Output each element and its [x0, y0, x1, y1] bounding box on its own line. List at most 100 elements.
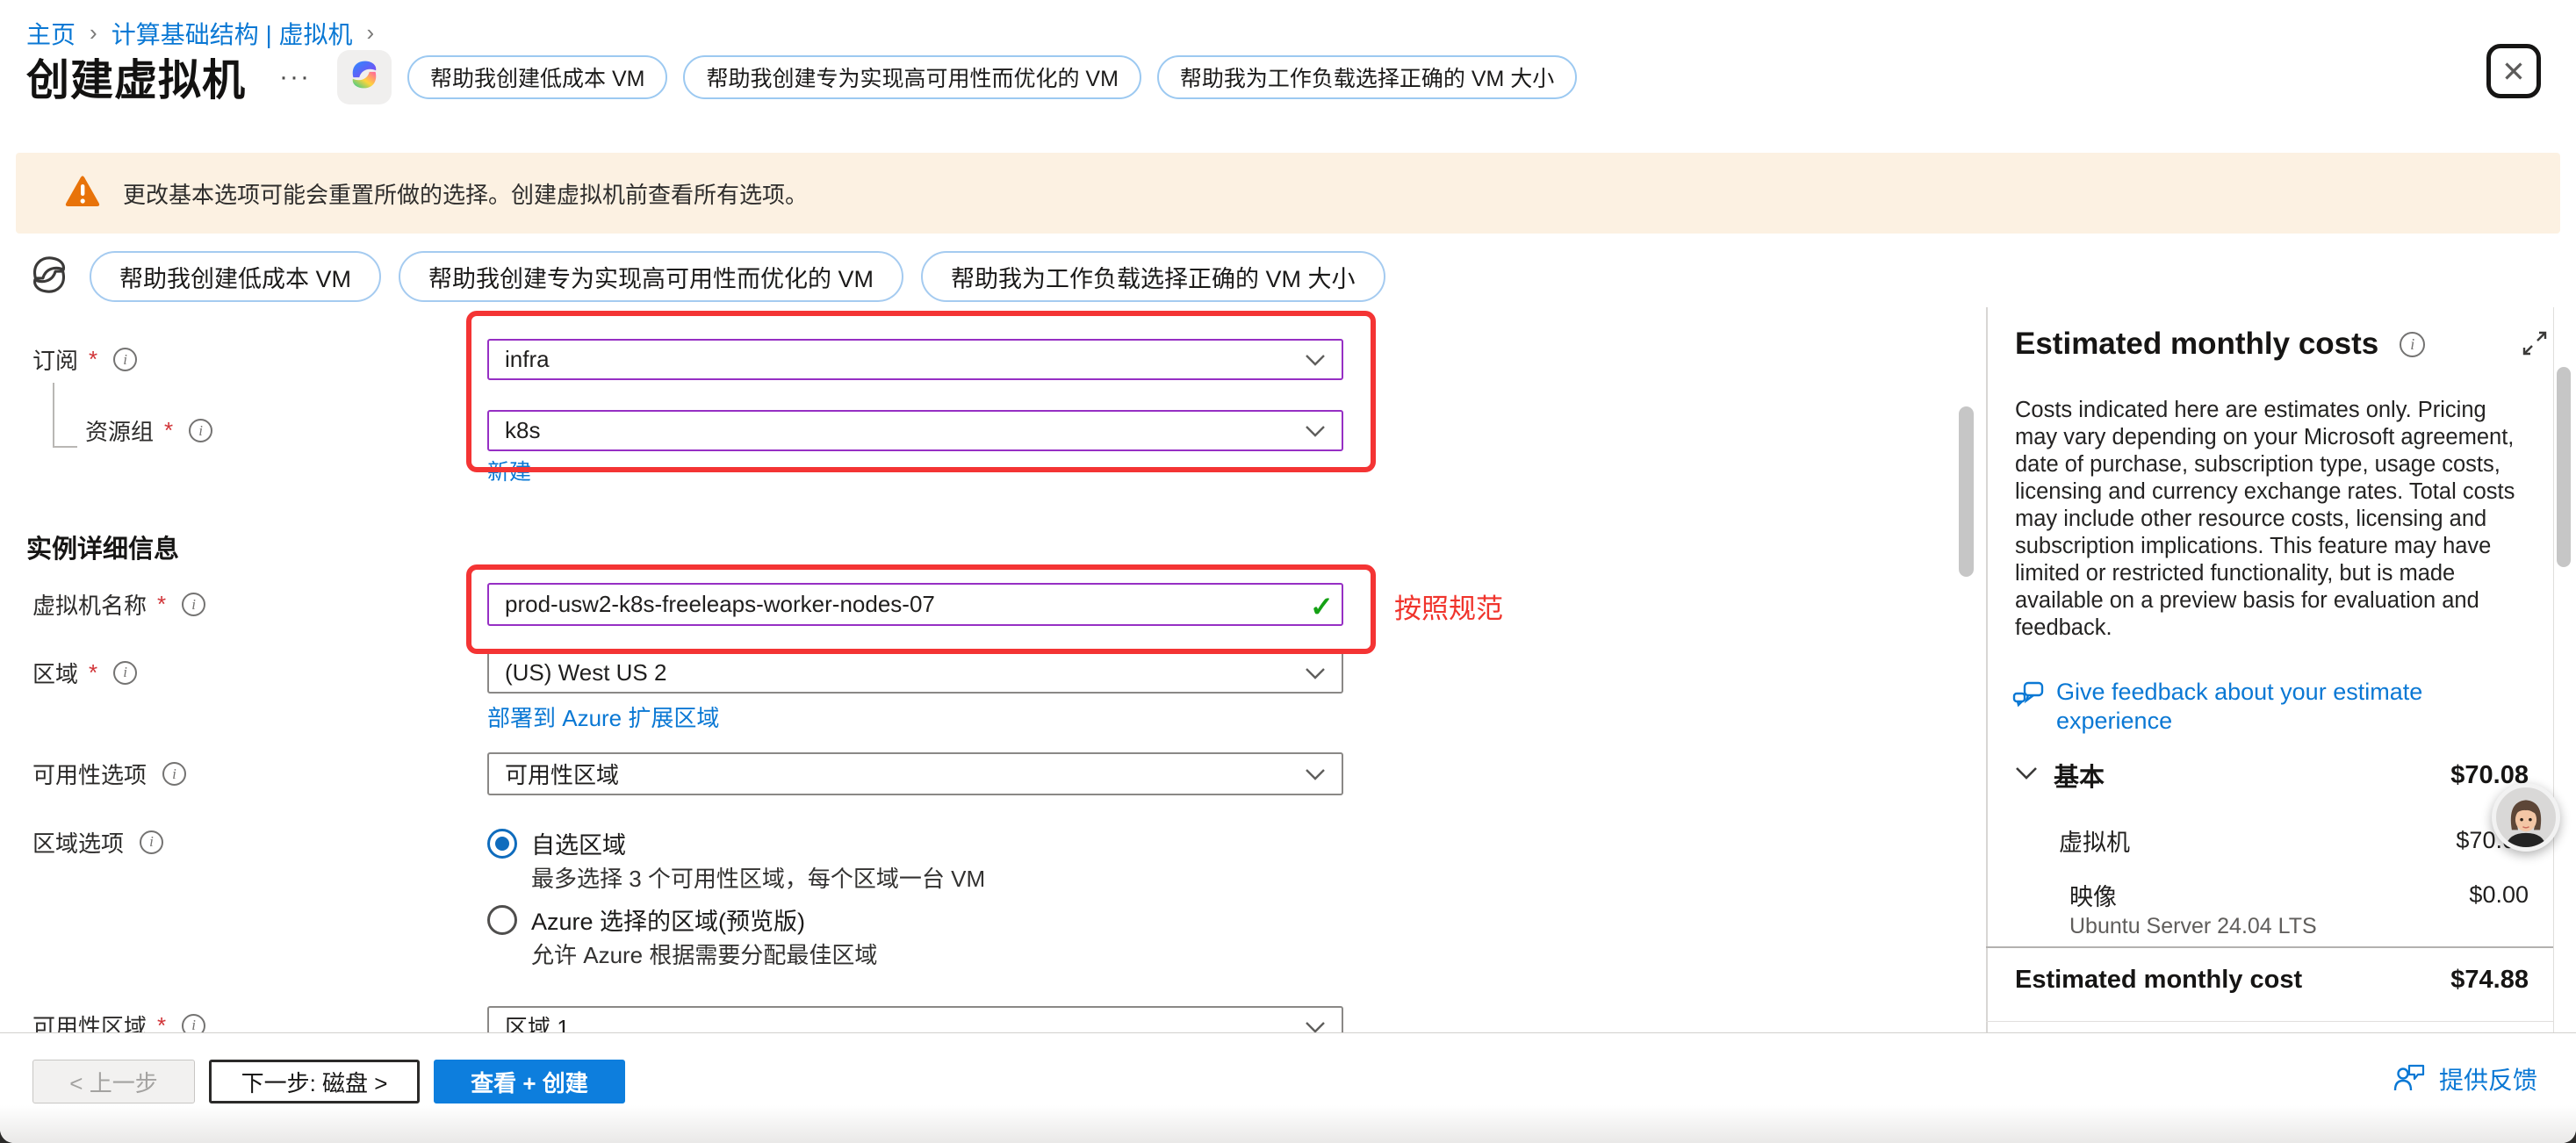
copilot-helper-row: 帮助我创建低成本 VM 帮助我创建专为实现高可用性而优化的 VM 帮助我为工作负… — [26, 251, 1385, 302]
page-title: 创建虚拟机 — [26, 46, 246, 108]
zone-option-self-select-description: 最多选择 3 个可用性区域，每个区域一台 VM — [531, 861, 985, 894]
title-row: 创建虚拟机 ··· 帮助我创建低成本 VM — [26, 46, 1577, 108]
close-icon: ✕ — [2501, 54, 2526, 89]
radio-unselected-icon — [487, 905, 517, 935]
estimate-basic-label: 基本 — [2054, 757, 2105, 794]
close-button[interactable]: ✕ — [2486, 44, 2541, 98]
availability-options-dropdown[interactable]: 可用性区域 — [487, 752, 1343, 795]
helper-right-vm-size-button[interactable]: 帮助我为工作负载选择正确的 VM 大小 — [921, 251, 1385, 302]
create-vm-blade: 主页 › 计算基础结构 | 虚拟机 › 创建虚拟机 ··· — [0, 0, 2576, 1143]
chevron-down-icon — [1305, 417, 1326, 444]
info-icon[interactable]: i — [189, 419, 212, 442]
estimate-bottom-divider — [1986, 1021, 2553, 1022]
estimate-total-row: Estimated monthly cost $74.88 — [2015, 966, 2529, 995]
info-icon[interactable]: i — [113, 348, 137, 371]
vm-name-label: 虚拟机名称* i — [32, 583, 205, 626]
resource-group-connector-line — [53, 383, 77, 448]
info-icon[interactable]: i — [2400, 332, 2425, 357]
estimate-image-amount: $0.00 — [2469, 881, 2529, 909]
availability-options-value: 可用性区域 — [505, 758, 619, 790]
radio-selected-icon — [487, 829, 517, 859]
zone-option-self-select-radio[interactable]: 自选区域 — [487, 826, 626, 860]
estimate-total-label: Estimated monthly cost — [2015, 966, 2302, 995]
helper-high-availability-vm-button[interactable]: 帮助我创建专为实现高可用性而优化的 VM — [399, 251, 903, 302]
zone-option-azure-select-description: 允许 Azure 根据需要分配最佳区域 — [531, 938, 877, 970]
collapse-panel-button[interactable] — [2522, 330, 2548, 361]
availability-options-label: 可用性选项 i — [32, 752, 186, 795]
chevron-down-icon — [1305, 346, 1326, 373]
estimate-row-basic[interactable]: 基本 $70.08 — [2015, 757, 2529, 794]
zone-option-self-select-label: 自选区域 — [531, 826, 626, 860]
warning-icon — [65, 175, 100, 212]
required-asterisk: * — [89, 346, 97, 373]
estimate-feedback-text: Give feedback about your estimate experi… — [2056, 678, 2486, 736]
subscription-label: 订阅* i — [32, 339, 137, 380]
panel-scrollbar-track — [2553, 307, 2554, 1032]
info-icon[interactable]: i — [113, 661, 137, 685]
review-create-button[interactable]: 查看 + 创建 — [434, 1060, 625, 1103]
more-menu-button[interactable]: ··· — [279, 62, 311, 92]
estimate-image-sub: Ubuntu Server 24.04 LTS — [2069, 914, 2317, 939]
collapse-diagonal-icon — [2522, 345, 2548, 360]
estimate-total-amount: $74.88 — [2450, 966, 2529, 995]
panel-scrollbar-thumb[interactable] — [2557, 367, 2571, 567]
assistant-avatar[interactable] — [2492, 783, 2560, 852]
previous-button[interactable]: < 上一步 — [32, 1060, 195, 1103]
zone-option-azure-select-radio[interactable]: Azure 选择的区域(预览版) — [487, 902, 805, 937]
info-icon[interactable]: i — [162, 762, 186, 786]
resource-group-dropdown[interactable]: k8s — [487, 410, 1343, 451]
copilot-suggestion-high-availability-vm[interactable]: 帮助我创建专为实现高可用性而优化的 VM — [683, 55, 1140, 99]
panel-divider — [1986, 307, 1988, 1032]
vm-name-input[interactable] — [487, 583, 1343, 626]
copilot-icon — [346, 56, 383, 97]
person-feedback-icon — [2393, 1062, 2427, 1096]
estimate-row-vm: 虚拟机 $70.08 — [2015, 823, 2529, 858]
form-scrollbar-thumb[interactable] — [1959, 406, 1974, 577]
chevron-down-icon — [2015, 766, 2038, 785]
estimate-image-label: 映像 — [2069, 878, 2117, 912]
valid-check-icon: ✓ — [1310, 590, 1334, 623]
breadcrumb-separator-icon: › — [367, 19, 375, 47]
warning-banner: 更改基本选项可能会重置所做的选择。创建虚拟机前查看所有选项。 — [16, 153, 2560, 234]
instance-details-heading: 实例详细信息 — [26, 528, 179, 565]
avatar-illustration — [2496, 787, 2556, 847]
required-asterisk: * — [89, 659, 97, 687]
estimate-panel-title: Estimated monthly costs — [2015, 327, 2378, 362]
info-icon[interactable]: i — [182, 593, 205, 616]
chevron-down-icon — [1305, 760, 1326, 787]
footer-feedback-link[interactable]: 提供反馈 — [2393, 1061, 2537, 1096]
region-label: 区域* i — [32, 651, 137, 694]
edge-zone-link[interactable]: 部署到 Azure 扩展区域 — [487, 701, 719, 733]
required-asterisk: * — [157, 591, 166, 618]
copilot-suggestion-right-vm-size[interactable]: 帮助我为工作负载选择正确的 VM 大小 — [1157, 55, 1577, 99]
estimate-disclaimer: Costs indicated here are estimates only.… — [2015, 397, 2524, 642]
footer-bar: < 上一步 下一步: 磁盘 > 查看 + 创建 提供反馈 — [0, 1032, 2576, 1143]
next-disks-button[interactable]: 下一步: 磁盘 > — [209, 1060, 420, 1103]
subscription-dropdown[interactable]: infra — [487, 339, 1343, 380]
warning-banner-text: 更改基本选项可能会重置所做的选择。创建虚拟机前查看所有选项。 — [123, 177, 808, 210]
vm-name-annotation-text: 按照规范 — [1394, 586, 1503, 626]
copilot-suggestion-low-cost-vm[interactable]: 帮助我创建低成本 VM — [407, 55, 667, 99]
create-new-resource-group-link[interactable]: 新建 — [487, 455, 531, 486]
estimate-panel-title-row: Estimated monthly costs i — [2015, 327, 2425, 362]
region-value: (US) West US 2 — [505, 659, 666, 687]
resource-group-value: k8s — [505, 417, 540, 444]
required-asterisk: * — [164, 417, 173, 444]
zone-options-label: 区域选项 i — [32, 826, 163, 858]
estimate-divider — [1986, 946, 2553, 948]
copilot-outline-icon — [26, 252, 72, 302]
estimate-feedback-link[interactable]: Give feedback about your estimate experi… — [2012, 678, 2486, 736]
resource-group-label: 资源组* i — [85, 410, 212, 451]
footer-feedback-text: 提供反馈 — [2439, 1061, 2537, 1096]
info-icon[interactable]: i — [140, 830, 163, 854]
breadcrumb-separator-icon: › — [90, 19, 97, 47]
region-dropdown[interactable]: (US) West US 2 — [487, 651, 1343, 694]
helper-low-cost-vm-button[interactable]: 帮助我创建低成本 VM — [90, 251, 381, 302]
zone-option-azure-select-label: Azure 选择的区域(预览版) — [531, 902, 805, 937]
copilot-button[interactable] — [337, 50, 392, 104]
chevron-down-icon — [1305, 659, 1326, 687]
feedback-bubbles-icon — [2012, 678, 2044, 736]
estimate-row-image: 映像 $0.00 — [2015, 878, 2529, 912]
estimate-vm-label: 虚拟机 — [2059, 823, 2130, 858]
subscription-value: infra — [505, 346, 550, 373]
